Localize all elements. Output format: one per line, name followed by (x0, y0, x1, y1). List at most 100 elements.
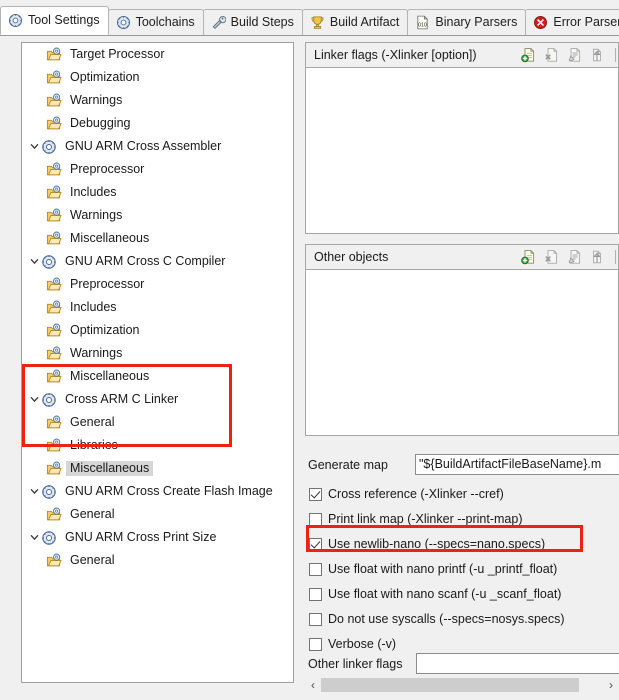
other-objects-group: Other objects (305, 244, 619, 436)
edit-item-icon[interactable] (567, 47, 583, 63)
checkbox-box[interactable] (309, 612, 322, 626)
tab-binary-parsers[interactable]: 010 Binary Parsers (407, 9, 527, 35)
tree-item-general-flash[interactable]: General (22, 503, 293, 526)
linker-flags-toolbar (521, 47, 618, 63)
tree-item-label: Debugging (70, 115, 131, 130)
tree-item-optimization[interactable]: Optimization (22, 66, 293, 89)
tree-item-gnu-arm-cross-create-flash-image[interactable]: GNU ARM Cross Create Flash Image (22, 480, 293, 503)
generate-map-row: Generate map (308, 458, 388, 472)
checkbox-box[interactable] (309, 587, 322, 601)
checkbox-box[interactable] (309, 487, 322, 501)
tree-item-target-processor[interactable]: Target Processor (22, 43, 293, 66)
linker-flags-list[interactable] (306, 68, 618, 233)
chevron-down-icon[interactable] (27, 142, 41, 151)
delete-item-icon[interactable] (544, 47, 560, 63)
delete-item-icon[interactable] (544, 249, 560, 265)
generate-map-input[interactable]: "${BuildArtifactFileBaseName}.m (415, 454, 619, 475)
tree-item-general-print-size[interactable]: General (22, 549, 293, 572)
tree-item-label: Miscellaneous (70, 368, 150, 383)
settings-folder-icon (46, 162, 62, 178)
checkbox-use-newlib-nano[interactable]: Use newlib-nano (--specs=nano.specs) (309, 535, 545, 553)
tree-item-libraries[interactable]: Libraries (22, 434, 293, 457)
checkbox-cross-reference[interactable]: Cross reference (-Xlinker --cref) (309, 485, 504, 503)
tree-item-gnu-arm-cross-assembler[interactable]: GNU ARM Cross Assembler (22, 135, 293, 158)
checkbox-do-not-use-syscalls[interactable]: Do not use syscalls (--specs=nosys.specs… (309, 610, 565, 628)
move-up-icon[interactable] (590, 47, 606, 63)
tree-item-general-linker[interactable]: General (22, 411, 293, 434)
checkbox-box[interactable] (309, 637, 322, 651)
tree-item-label: General (70, 414, 115, 429)
tool-settings-page: Tool Settings Toolchains Build Steps Bui… (0, 0, 619, 700)
wrench-icon (211, 15, 226, 30)
toolbar-divider (615, 250, 616, 264)
move-up-icon[interactable] (590, 249, 606, 265)
tree-item-label: General (70, 506, 115, 521)
checkbox-box[interactable] (309, 562, 322, 576)
tree-item-label: GNU ARM Cross Assembler (65, 138, 222, 153)
tree-item-label: GNU ARM Cross Create Flash Image (65, 483, 273, 498)
svg-text:010: 010 (419, 23, 428, 29)
scrollbar-thumb[interactable] (321, 678, 579, 692)
chevron-down-icon[interactable] (27, 395, 41, 404)
add-item-icon[interactable] (521, 249, 537, 265)
tree-item-miscellaneous-cc[interactable]: Miscellaneous (22, 365, 293, 388)
settings-tree[interactable]: Target Processor Optimization Warnings D… (21, 42, 294, 683)
checkbox-use-float-nano-printf[interactable]: Use float with nano printf (-u _printf_f… (309, 560, 557, 578)
tab-error-parsers[interactable]: Error Parsers (525, 9, 619, 35)
settings-folder-icon (46, 231, 62, 247)
checkbox-box[interactable] (309, 537, 322, 551)
chevron-down-icon[interactable] (27, 487, 41, 496)
gear-icon (41, 392, 57, 408)
settings-folder-icon (46, 300, 62, 316)
checkbox-print-link-map[interactable]: Print link map (-Xlinker --print-map) (309, 510, 522, 528)
tab-tool-settings[interactable]: Tool Settings (0, 6, 109, 35)
scroll-right-arrow[interactable]: › (603, 677, 619, 693)
settings-folder-icon (46, 93, 62, 109)
checkbox-verbose[interactable]: Verbose (-v) (309, 635, 396, 653)
other-objects-toolbar (521, 249, 618, 265)
other-objects-list[interactable] (306, 270, 618, 435)
horizontal-scrollbar[interactable]: ‹ › (305, 677, 619, 693)
settings-folder-icon (46, 461, 62, 477)
edit-item-icon[interactable] (567, 249, 583, 265)
tree-item-miscellaneous-asm[interactable]: Miscellaneous (22, 227, 293, 250)
tree-item-warnings[interactable]: Warnings (22, 89, 293, 112)
tree-item-includes-cc[interactable]: Includes (22, 296, 293, 319)
tree-item-gnu-arm-cross-print-size[interactable]: GNU ARM Cross Print Size (22, 526, 293, 549)
tree-item-warnings-asm[interactable]: Warnings (22, 204, 293, 227)
settings-folder-icon (46, 323, 62, 339)
tree-item-label: Includes (70, 299, 117, 314)
tree-item-gnu-arm-cross-c-compiler[interactable]: GNU ARM Cross C Compiler (22, 250, 293, 273)
tree-item-label: Warnings (70, 92, 123, 107)
tab-build-steps[interactable]: Build Steps (202, 9, 303, 35)
other-linker-flags-input[interactable] (416, 653, 619, 674)
linker-flags-group: Linker flags (-Xlinker [option]) (305, 42, 619, 234)
settings-folder-icon (46, 70, 62, 86)
tree-item-preprocessor[interactable]: Preprocessor (22, 158, 293, 181)
tree-item-label: GNU ARM Cross Print Size (65, 529, 217, 544)
tree-item-debugging[interactable]: Debugging (22, 112, 293, 135)
tree-item-label: Libraries (70, 437, 118, 452)
chevron-down-icon[interactable] (27, 257, 41, 266)
tree-item-includes[interactable]: Includes (22, 181, 293, 204)
checkbox-label: Cross reference (-Xlinker --cref) (328, 487, 504, 501)
tree-item-preprocessor-cc[interactable]: Preprocessor (22, 273, 293, 296)
chevron-down-icon[interactable] (27, 533, 41, 542)
gear-icon (41, 254, 57, 270)
gear-icon (116, 15, 131, 30)
tree-item-optimization-cc[interactable]: Optimization (22, 319, 293, 342)
tree-item-warnings-cc[interactable]: Warnings (22, 342, 293, 365)
tab-build-artifact[interactable]: Build Artifact (301, 9, 409, 35)
checkbox-use-float-nano-scanf[interactable]: Use float with nano scanf (-u _scanf_flo… (309, 585, 561, 603)
trophy-icon (310, 15, 325, 30)
checkbox-label: Verbose (-v) (328, 637, 397, 651)
other-objects-title: Other objects (314, 250, 389, 264)
tree-item-miscellaneous-linker[interactable]: Miscellaneous (22, 457, 293, 480)
tab-toolchains[interactable]: Toolchains (107, 9, 204, 35)
checkbox-box[interactable] (309, 512, 322, 526)
tree-item-cross-arm-c-linker[interactable]: Cross ARM C Linker (22, 388, 293, 411)
scrollbar-track[interactable] (321, 678, 603, 692)
other-objects-header: Other objects (306, 245, 618, 270)
add-item-icon[interactable] (521, 47, 537, 63)
scroll-left-arrow[interactable]: ‹ (305, 677, 321, 693)
